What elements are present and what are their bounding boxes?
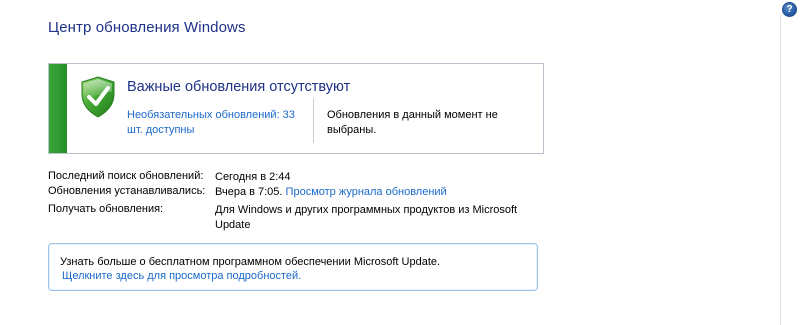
page-title: Центр обновления Windows	[48, 19, 246, 36]
status-heading: Важные обновления отсутствуют	[127, 79, 351, 95]
selected-updates-text: Обновления в данный момент не выбраны.	[327, 109, 498, 136]
status-divider	[313, 98, 314, 143]
info-label: Последний поиск обновлений:	[48, 170, 204, 182]
microsoft-update-info-box: Узнать больше о бесплатном программном о…	[48, 243, 538, 291]
details-link[interactable]: Щелкните здесь для просмотра подробносте…	[62, 270, 301, 282]
info-value: Для Windows и других программных продукт…	[215, 204, 518, 231]
right-divider	[780, 14, 781, 325]
info-label: Получать обновления:	[48, 203, 164, 215]
info-box-text: Узнать больше о бесплатном программном о…	[60, 256, 441, 268]
info-label: Обновления устанавливались:	[48, 185, 206, 197]
shield-check-icon	[81, 76, 115, 118]
help-icon[interactable]: ?	[782, 2, 797, 17]
windows-update-page: ? Центр обновления Windows Важные обновл…	[0, 0, 800, 325]
status-panel: Важные обновления отсутствуют Необязател…	[48, 63, 544, 154]
info-value: Вчера в 7:05.	[215, 186, 283, 198]
view-history-link[interactable]: Просмотр журнала обновлений	[286, 186, 447, 198]
optional-updates-link[interactable]: Необязательных обновлений: 33 шт. доступ…	[127, 108, 307, 138]
info-value-group: Вчера в 7:05. Просмотр журнала обновлени…	[215, 185, 535, 200]
status-stripe	[49, 64, 67, 153]
info-value: Сегодня в 2:44	[215, 171, 291, 183]
right-edge	[780, 0, 800, 325]
